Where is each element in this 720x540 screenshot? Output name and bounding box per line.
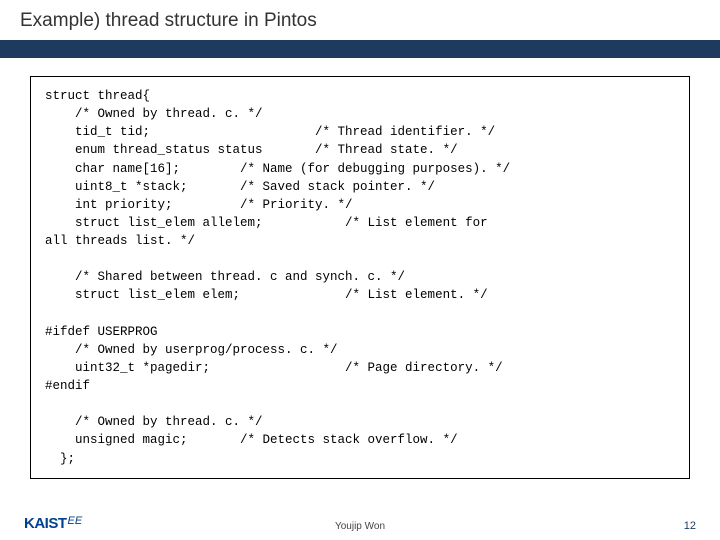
logo-suffix-text: EE	[68, 515, 83, 527]
logo-main-text: KAIST	[24, 515, 67, 532]
slide-title: Example) thread structure in Pintos	[0, 0, 720, 40]
title-bar	[0, 40, 720, 58]
code-block: struct thread{ /* Owned by thread. c. */…	[30, 76, 690, 479]
author-name: Youjip Won	[335, 521, 385, 532]
page-number: 12	[684, 520, 696, 532]
logo: KAISTEE	[24, 514, 82, 532]
